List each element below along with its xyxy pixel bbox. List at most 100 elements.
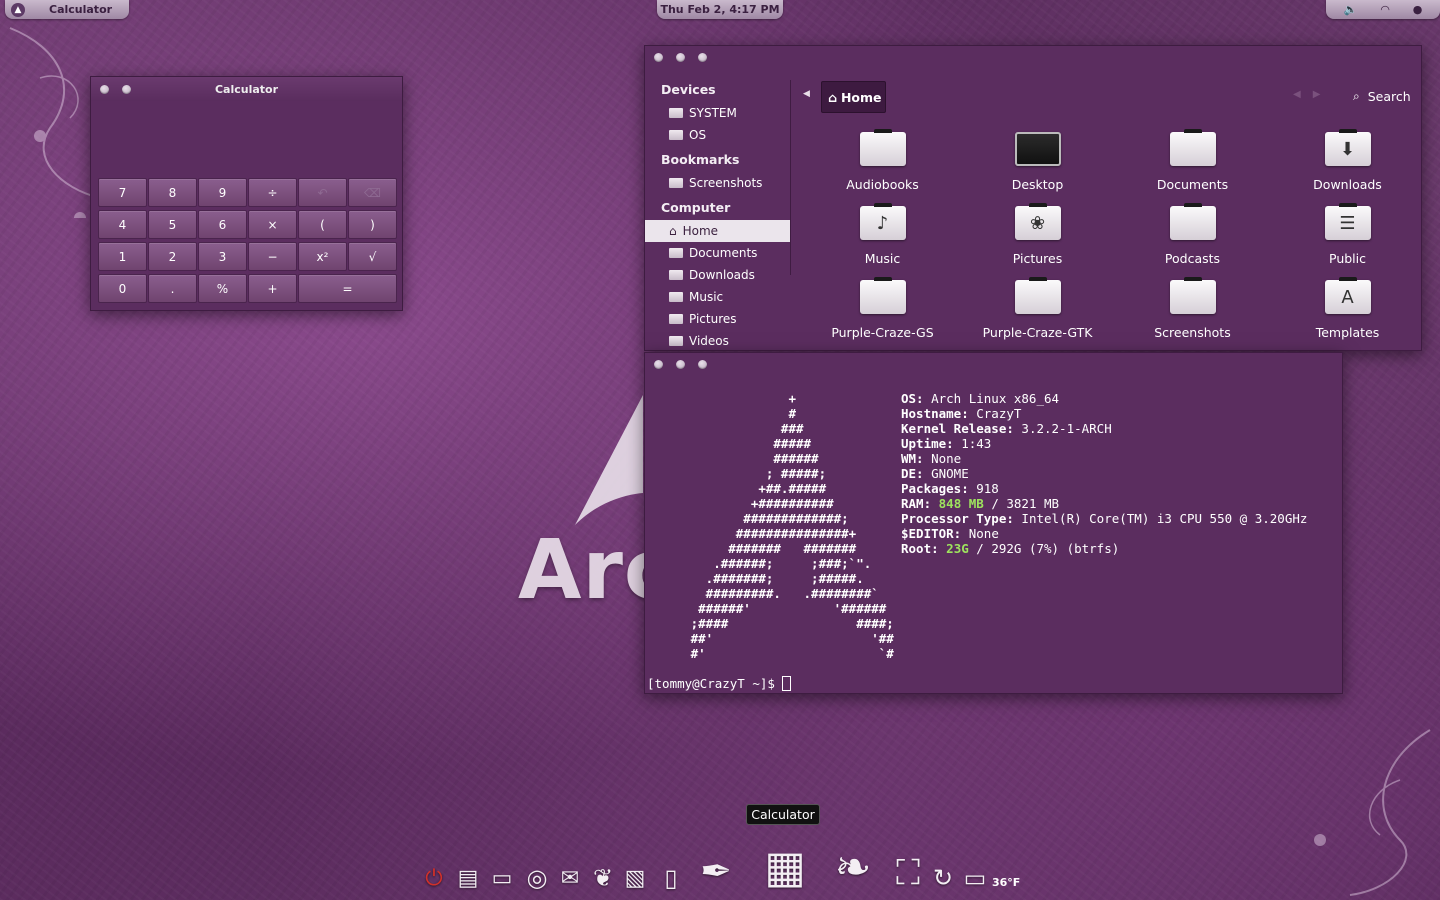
sidebar-item-downloads[interactable]: Downloads xyxy=(645,264,790,286)
drive-icon xyxy=(669,108,683,118)
sidebar-item-system[interactable]: SYSTEM xyxy=(645,102,790,124)
key-decimal-button[interactable]: . xyxy=(148,274,197,303)
key-undo-button[interactable]: ↶ xyxy=(298,178,347,207)
close-button[interactable] xyxy=(100,84,109,94)
text-editor-icon[interactable]: ▯ xyxy=(656,866,686,890)
key-digit-0-button[interactable]: 0 xyxy=(98,274,147,303)
terminal-titlebar[interactable] xyxy=(645,353,1342,375)
file-manager-titlebar[interactable] xyxy=(645,46,1421,68)
history-arrows[interactable]: ◀▶ xyxy=(1293,89,1332,100)
updater-icon[interactable]: ↻ xyxy=(928,866,958,890)
file-item-downloads[interactable]: ⬇ Downloads xyxy=(1270,129,1425,206)
image-viewer-icon[interactable]: ▧ xyxy=(621,868,649,890)
sidebar-item-os[interactable]: OS xyxy=(645,124,790,146)
file-item-desktop[interactable]: Desktop xyxy=(960,132,1115,206)
search-button[interactable]: ⌕ Search xyxy=(1353,89,1411,104)
gimp-icon[interactable]: ❧ xyxy=(828,846,878,890)
system-info-key: Hostname: xyxy=(901,406,969,421)
key-close-paren-button[interactable]: ) xyxy=(348,210,397,239)
breadcrumb-left-icon[interactable]: ◀ xyxy=(803,89,810,99)
key-digit-6-button[interactable]: 6 xyxy=(198,210,247,239)
volume-icon[interactable]: 🔈 xyxy=(1344,3,1358,16)
key-square-button[interactable]: x² xyxy=(298,242,347,271)
search-icon: ⌕ xyxy=(1353,89,1360,103)
key-equals-button[interactable]: = xyxy=(298,274,397,303)
breadcrumb-home[interactable]: ⌂ Home xyxy=(821,81,886,113)
network-icon[interactable]: ⛶ xyxy=(888,856,928,890)
music-folder-icon: ♪ xyxy=(859,203,906,240)
sidebar-divider[interactable] xyxy=(790,80,791,275)
sidebar-item-pictures[interactable]: Pictures xyxy=(645,308,790,330)
mail-icon[interactable]: ✉ xyxy=(556,868,584,890)
system-info-key: RAM: xyxy=(901,496,932,511)
files-icon[interactable]: ▤ xyxy=(454,868,482,890)
pen-icon[interactable]: ✒ xyxy=(694,852,738,890)
minimize-button[interactable] xyxy=(676,359,685,369)
file-item-pictures[interactable]: ❀ Pictures xyxy=(960,203,1115,280)
sidebar-item-documents[interactable]: Documents xyxy=(645,242,790,264)
power-icon[interactable]: ⏻ xyxy=(420,868,448,890)
minimize-button[interactable] xyxy=(122,84,131,94)
wifi-icon[interactable]: ◠ xyxy=(1381,3,1389,16)
key-multiply-button[interactable]: × xyxy=(248,210,297,239)
key-backspace-button[interactable]: ⌫ xyxy=(348,178,397,207)
key-plus-button[interactable]: + xyxy=(248,274,297,303)
sidebar-item-label: Music xyxy=(689,290,724,304)
file-item-purple-craze-gtk[interactable]: Purple-Craze-GTK xyxy=(960,277,1115,354)
file-item-label: Desktop xyxy=(1011,177,1064,192)
system-info-value: GNOME xyxy=(923,466,969,481)
sidebar-item-videos[interactable]: Videos xyxy=(645,330,790,352)
chat-status-icon[interactable]: ● xyxy=(1413,3,1423,16)
weather-temperature[interactable]: 36°F xyxy=(992,876,1020,889)
key-divide-button[interactable]: ÷ xyxy=(248,178,297,207)
close-button[interactable] xyxy=(654,359,663,369)
pidgin-icon[interactable]: ❦ xyxy=(588,866,618,890)
key-digit-4-button[interactable]: 4 xyxy=(98,210,147,239)
system-info-key: Kernel Release: xyxy=(901,421,1014,436)
chrome-icon[interactable]: ◎ xyxy=(522,866,552,890)
calculator-titlebar[interactable]: Calculator xyxy=(91,77,402,101)
key-digit-9-button[interactable]: 9 xyxy=(198,178,247,207)
file-item-public[interactable]: ☰ Public xyxy=(1270,203,1425,280)
key-sqrt-button[interactable]: √ xyxy=(348,242,397,271)
key-digit-8-button[interactable]: 8 xyxy=(148,178,197,207)
key-digit-7-button[interactable]: 7 xyxy=(98,178,147,207)
key-open-paren-button[interactable]: ( xyxy=(298,210,347,239)
sidebar-item-screenshots[interactable]: Screenshots xyxy=(645,172,790,194)
dock-glyph: ✒ xyxy=(700,849,732,893)
file-item-audiobooks[interactable]: Audiobooks xyxy=(805,129,960,206)
arch-logo-icon xyxy=(575,395,643,525)
display-icon[interactable]: ▭ xyxy=(960,866,990,890)
sidebar-item-home[interactable]: ⌂ Home xyxy=(645,220,790,242)
key-digit-1-button[interactable]: 1 xyxy=(98,242,147,271)
file-item-documents[interactable]: Documents xyxy=(1115,129,1270,206)
system-info-value: Arch Linux x86_64 xyxy=(923,391,1060,406)
public-folder-icon: ☰ xyxy=(1324,203,1371,240)
key-digit-2-button[interactable]: 2 xyxy=(148,242,197,271)
key-minus-button[interactable]: − xyxy=(248,242,297,271)
folder-icon xyxy=(669,336,683,346)
file-item-music[interactable]: ♪ Music xyxy=(805,203,960,280)
maximize-button[interactable] xyxy=(698,359,707,369)
dock-glyph: ⏻ xyxy=(425,866,443,891)
file-item-templates[interactable]: A Templates xyxy=(1270,277,1425,354)
app-menu[interactable]: ▲ Calculator xyxy=(5,0,129,19)
sidebar-item-music[interactable]: Music xyxy=(645,286,790,308)
terminal-icon[interactable]: ▭ xyxy=(488,868,516,890)
key-percent-button[interactable]: % xyxy=(198,274,247,303)
calculator-icon[interactable]: ▦ xyxy=(760,846,810,890)
file-item-screenshots[interactable]: Screenshots xyxy=(1115,277,1270,354)
calculator-window: Calculator 7 8 9 ÷ ↶ ⌫ 4 5 6 ×() 1 2 3− x² √ 0.% + = xyxy=(90,76,403,311)
system-info-accent: 23G xyxy=(946,541,969,556)
key-digit-5-button[interactable]: 5 xyxy=(148,210,197,239)
system-tray: 🔈 ◠ ● xyxy=(1326,0,1440,19)
clock[interactable]: Thu Feb 2, 4:17 PM xyxy=(657,0,783,19)
close-button[interactable] xyxy=(654,52,663,62)
file-item-purple-craze-gs[interactable]: Purple-Craze-GS xyxy=(805,277,960,354)
minimize-button[interactable] xyxy=(676,52,685,62)
key-digit-3-button[interactable]: 3 xyxy=(198,242,247,271)
maximize-button[interactable] xyxy=(698,52,707,62)
system-info: OS: Arch Linux x86_64 Hostname: CrazyT Ker… xyxy=(901,391,1307,556)
shell-prompt[interactable]: [tommy@CrazyT ~]$ xyxy=(647,676,792,691)
file-item-podcasts[interactable]: Podcasts xyxy=(1115,203,1270,280)
